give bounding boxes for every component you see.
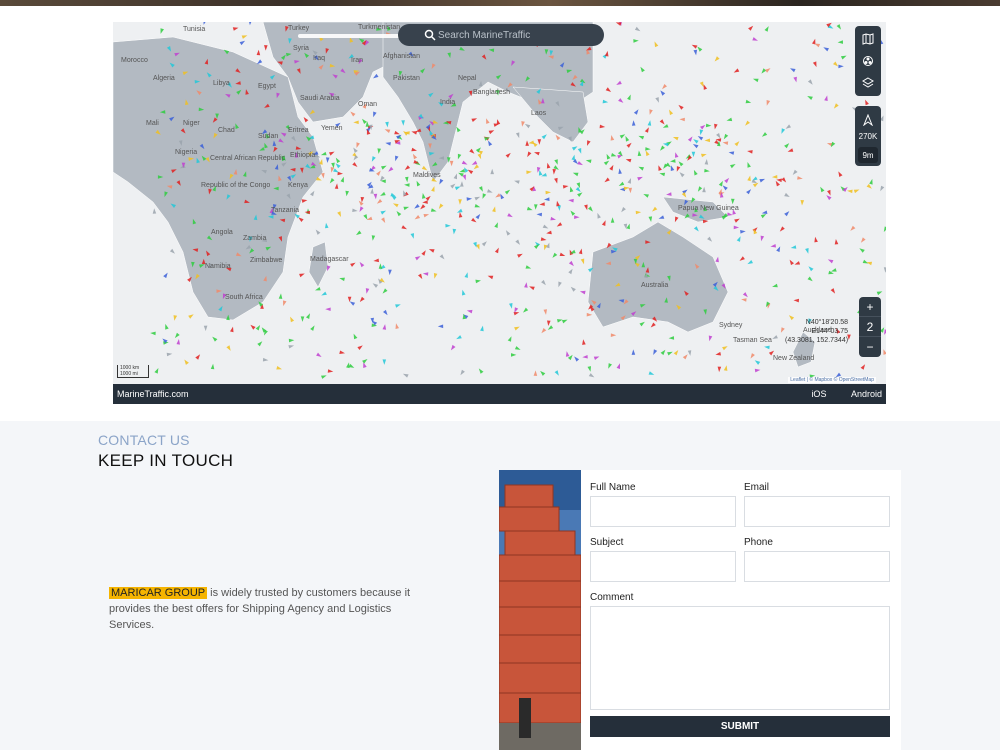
full-name-label: Full Name bbox=[590, 482, 636, 493]
search-icon bbox=[424, 29, 436, 41]
label-republic-of-the-congo: Republic of the Congo bbox=[201, 182, 270, 189]
comment-label: Comment bbox=[590, 592, 634, 603]
label-central-african-republic: Central African Republic bbox=[210, 155, 286, 162]
filter-button[interactable] bbox=[857, 50, 879, 72]
label-afghanistan: Afghanistan bbox=[383, 53, 420, 60]
zoom-out-button[interactable]: − bbox=[859, 337, 881, 357]
contact-section: CONTACT US KEEP IN TOUCH MARICAR GROUP i… bbox=[0, 421, 1000, 750]
top-banner-strip bbox=[0, 0, 1000, 6]
label-maldives: Maldives bbox=[413, 172, 441, 179]
coords-line-2: E144°03.75 bbox=[811, 328, 849, 335]
label-iran: Iran bbox=[351, 57, 363, 64]
brand-highlight: MARICAR GROUP bbox=[109, 587, 208, 599]
label-morocco: Morocco bbox=[121, 57, 148, 64]
label-zimbabwe: Zimbabwe bbox=[250, 257, 282, 264]
map-search-bar[interactable]: Search MarineTraffic bbox=[398, 24, 604, 46]
contact-heading: KEEP IN TOUCH bbox=[98, 451, 234, 470]
label-tunisia: Tunisia bbox=[183, 26, 205, 33]
map-scale-controls: 270K 9m bbox=[855, 106, 881, 166]
label-turkmenistan: Turkmenistan bbox=[358, 24, 400, 31]
contact-form: Full Name Email Subject Phone Comment SU… bbox=[581, 470, 901, 750]
android-link[interactable]: Android bbox=[851, 389, 882, 399]
label-turkey: Turkey bbox=[288, 25, 310, 32]
subject-field[interactable] bbox=[590, 551, 736, 582]
phone-field[interactable] bbox=[744, 551, 890, 582]
coords-line-1: N40°18'20.58 bbox=[805, 319, 849, 326]
map-icon bbox=[862, 33, 874, 45]
label-saudi-arabia: Saudi Arabia bbox=[300, 95, 340, 102]
coords-line-3: (43.3081, 152.7344) bbox=[785, 337, 849, 344]
label-south-africa: South Africa bbox=[225, 294, 263, 301]
label-india: India bbox=[440, 99, 455, 106]
label-tasman-sea: Tasman Sea bbox=[733, 337, 772, 344]
subject-label: Subject bbox=[590, 537, 624, 548]
filter-icon bbox=[863, 56, 873, 66]
north-button[interactable] bbox=[857, 109, 879, 131]
label-tanzania: Tanzania bbox=[271, 207, 299, 214]
label-chad: Chad bbox=[218, 127, 235, 134]
label-pakistan: Pakistan bbox=[393, 75, 420, 82]
ios-link[interactable]: iOS bbox=[811, 389, 826, 399]
label-kenya: Kenya bbox=[288, 182, 308, 189]
label-eritrea: Eritrea bbox=[288, 127, 309, 134]
comment-field[interactable] bbox=[590, 606, 890, 710]
label-yemen: Yemen bbox=[321, 125, 343, 132]
label-madagascar: Madagascar bbox=[310, 256, 349, 263]
map-footer: MarineTraffic.com iOS Android bbox=[113, 384, 886, 404]
map-scalebar: 1000 km 1000 mi bbox=[117, 365, 149, 378]
label-iraq: Iraq bbox=[313, 55, 325, 62]
map-attribution[interactable]: Leaflet | © Mapbox © OpenStreetMap bbox=[788, 377, 876, 383]
layers-button[interactable] bbox=[857, 72, 879, 94]
label-egypt: Egypt bbox=[258, 83, 276, 90]
footer-brand-link[interactable]: MarineTraffic.com bbox=[117, 389, 189, 399]
containers-photo bbox=[499, 470, 581, 750]
contact-kicker: CONTACT US bbox=[98, 432, 190, 448]
label-nigeria: Nigeria bbox=[175, 149, 197, 156]
label-new-zealand: New Zealand bbox=[773, 355, 814, 362]
label-papua-new-guinea: Papua New Guinea bbox=[678, 205, 739, 212]
label-nepal: Nepal bbox=[458, 75, 477, 82]
compass-arrow-icon bbox=[863, 114, 873, 126]
phone-label: Phone bbox=[744, 537, 773, 548]
label-angola: Angola bbox=[211, 229, 233, 236]
layers-icon bbox=[862, 77, 874, 88]
label-australia: Australia bbox=[641, 282, 668, 289]
world-map[interactable]: Turkey Turkmenistan Tunisia Syria Iraq I… bbox=[113, 22, 886, 384]
map-search-placeholder: Search MarineTraffic bbox=[438, 29, 531, 41]
email-label: Email bbox=[744, 482, 770, 493]
label-zambia: Zambia bbox=[243, 235, 266, 242]
company-blurb: MARICAR GROUP is widely trusted by custo… bbox=[109, 585, 429, 633]
label-niger: Niger bbox=[183, 120, 200, 127]
label-sydney: Sydney bbox=[719, 322, 743, 329]
submit-button[interactable]: SUBMIT bbox=[590, 716, 890, 737]
map-view-button[interactable] bbox=[857, 28, 879, 50]
zoom-level: 2 bbox=[859, 317, 881, 337]
label-mali: Mali bbox=[146, 120, 159, 127]
label-ethiopia: Ethiopia bbox=[290, 152, 315, 159]
label-sudan: Sudan bbox=[258, 133, 278, 140]
scalebar-mi: 1000 mi bbox=[120, 371, 138, 377]
label-namibia: Namibia bbox=[205, 263, 231, 270]
zoom-controls: + 2 − bbox=[859, 297, 881, 357]
map-layer-controls bbox=[855, 26, 881, 96]
label-bangladesh: Bangladesh bbox=[473, 89, 510, 96]
email-field[interactable] bbox=[744, 496, 890, 527]
zoom-in-button[interactable]: + bbox=[859, 297, 881, 317]
full-name-field[interactable] bbox=[590, 496, 736, 527]
label-laos: Laos bbox=[531, 110, 547, 117]
label-libya: Libya bbox=[213, 80, 230, 87]
label-oman: Oman bbox=[358, 101, 377, 108]
coordinate-readout: N40°18'20.58 E144°03.75 (43.3081, 152.73… bbox=[785, 318, 848, 345]
label-algeria: Algeria bbox=[153, 75, 175, 82]
time-filter-button[interactable]: 9m bbox=[858, 147, 878, 163]
marine-traffic-map[interactable]: Turkey Turkmenistan Tunisia Syria Iraq I… bbox=[113, 22, 886, 404]
search-track bbox=[298, 34, 403, 38]
scale-label: 270K bbox=[858, 132, 878, 141]
label-syria: Syria bbox=[293, 45, 309, 52]
